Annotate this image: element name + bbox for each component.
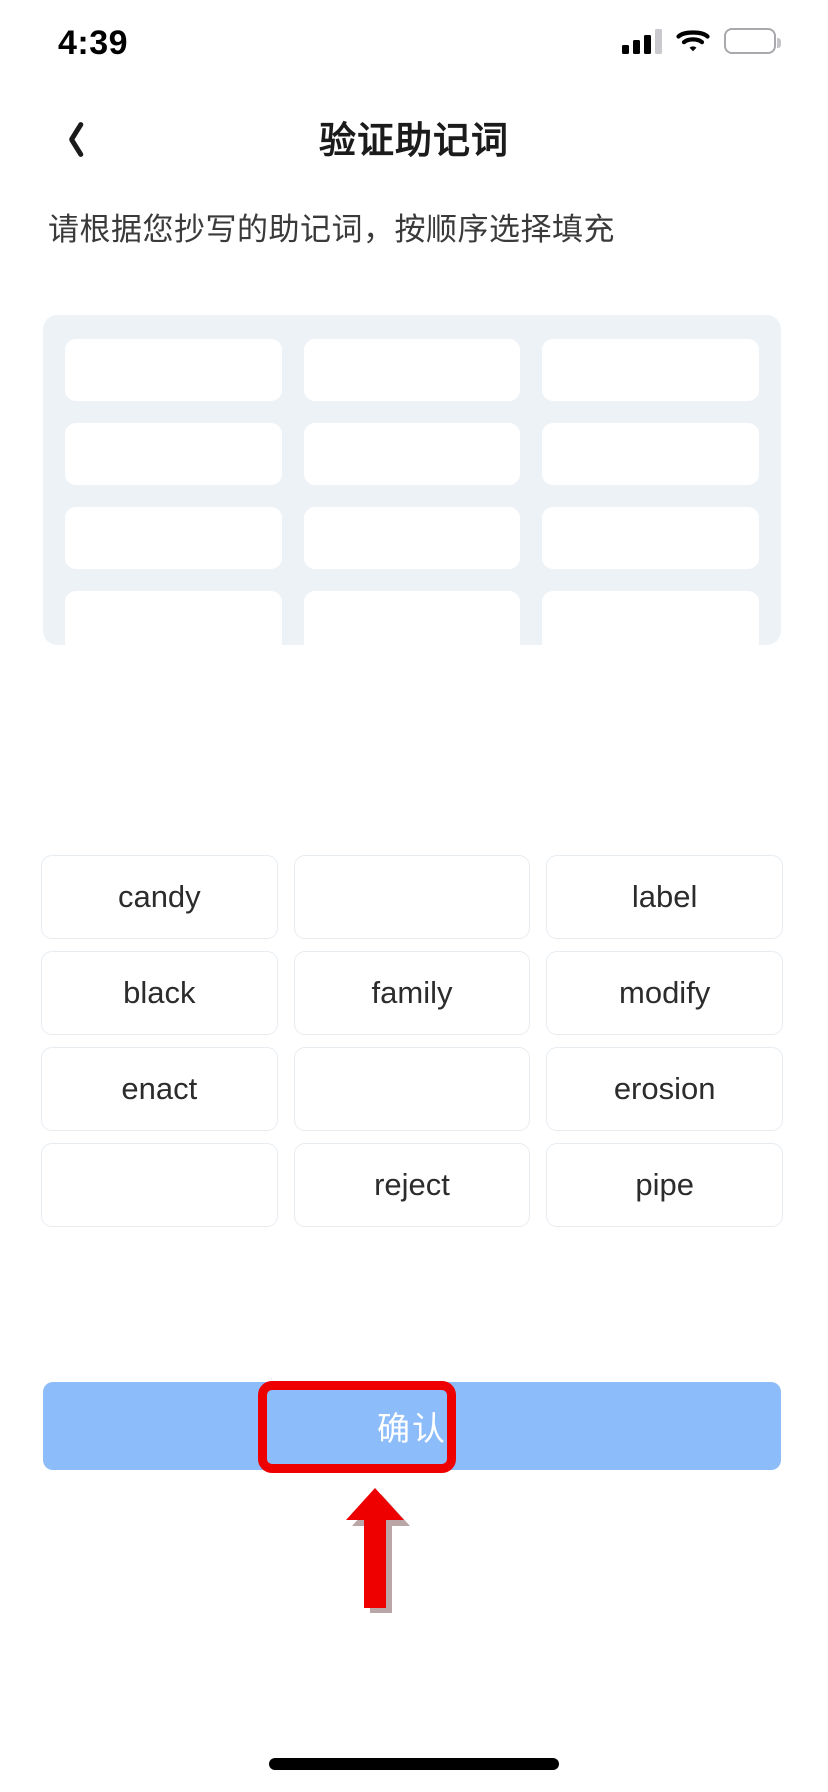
answer-slot[interactable] xyxy=(303,423,521,485)
word-chip[interactable]: enact xyxy=(41,1047,278,1131)
status-bar: 4:39 xyxy=(0,0,828,90)
answer-slot[interactable] xyxy=(542,423,759,485)
answer-slot[interactable] xyxy=(65,507,282,569)
answer-slot[interactable] xyxy=(65,339,282,401)
word-chip[interactable]: erosion xyxy=(546,1047,783,1131)
answer-slot[interactable] xyxy=(303,591,521,653)
word-chip[interactable]: pipe xyxy=(546,1143,783,1227)
navigation-bar: 验证助记词 xyxy=(0,90,828,190)
word-chip[interactable]: black xyxy=(41,951,278,1035)
word-chip[interactable]: family xyxy=(293,951,531,1035)
word-chip[interactable]: label xyxy=(546,855,783,939)
page-title: 验证助记词 xyxy=(319,120,509,161)
word-chip[interactable] xyxy=(41,1143,278,1227)
up-arrow-annotation xyxy=(330,1488,440,1614)
word-chip[interactable]: reject xyxy=(293,1143,531,1227)
cellular-signal-icon xyxy=(622,28,662,54)
word-chip[interactable] xyxy=(293,1047,531,1131)
status-bar-indicators xyxy=(622,28,781,54)
word-chip[interactable]: modify xyxy=(546,951,783,1035)
status-bar-time: 4:39 xyxy=(58,24,129,62)
answer-slot[interactable] xyxy=(65,591,282,653)
wifi-icon xyxy=(676,28,710,54)
word-chip[interactable] xyxy=(293,855,531,939)
answer-slot[interactable] xyxy=(303,339,521,401)
answer-slot[interactable] xyxy=(65,423,282,485)
home-indicator-bar xyxy=(269,1758,559,1770)
answer-slot[interactable] xyxy=(542,507,759,569)
confirm-button[interactable]: 确认 xyxy=(43,1382,781,1470)
word-chip[interactable]: candy xyxy=(41,855,278,939)
word-bank-grid: candy label black family modify enact er… xyxy=(41,855,783,1227)
instruction-text: 请根据您抄写的助记词，按顺序选择填充 xyxy=(48,212,615,247)
mnemonic-answer-grid xyxy=(43,315,781,653)
answer-slot[interactable] xyxy=(542,591,759,653)
app-screen: 4:39 验证助记词 请根据您抄写的助记词，按顺序选择填充 candy labe… xyxy=(0,0,828,1792)
answer-slot[interactable] xyxy=(303,507,521,569)
answer-slot[interactable] xyxy=(542,339,759,401)
battery-icon xyxy=(724,28,781,54)
